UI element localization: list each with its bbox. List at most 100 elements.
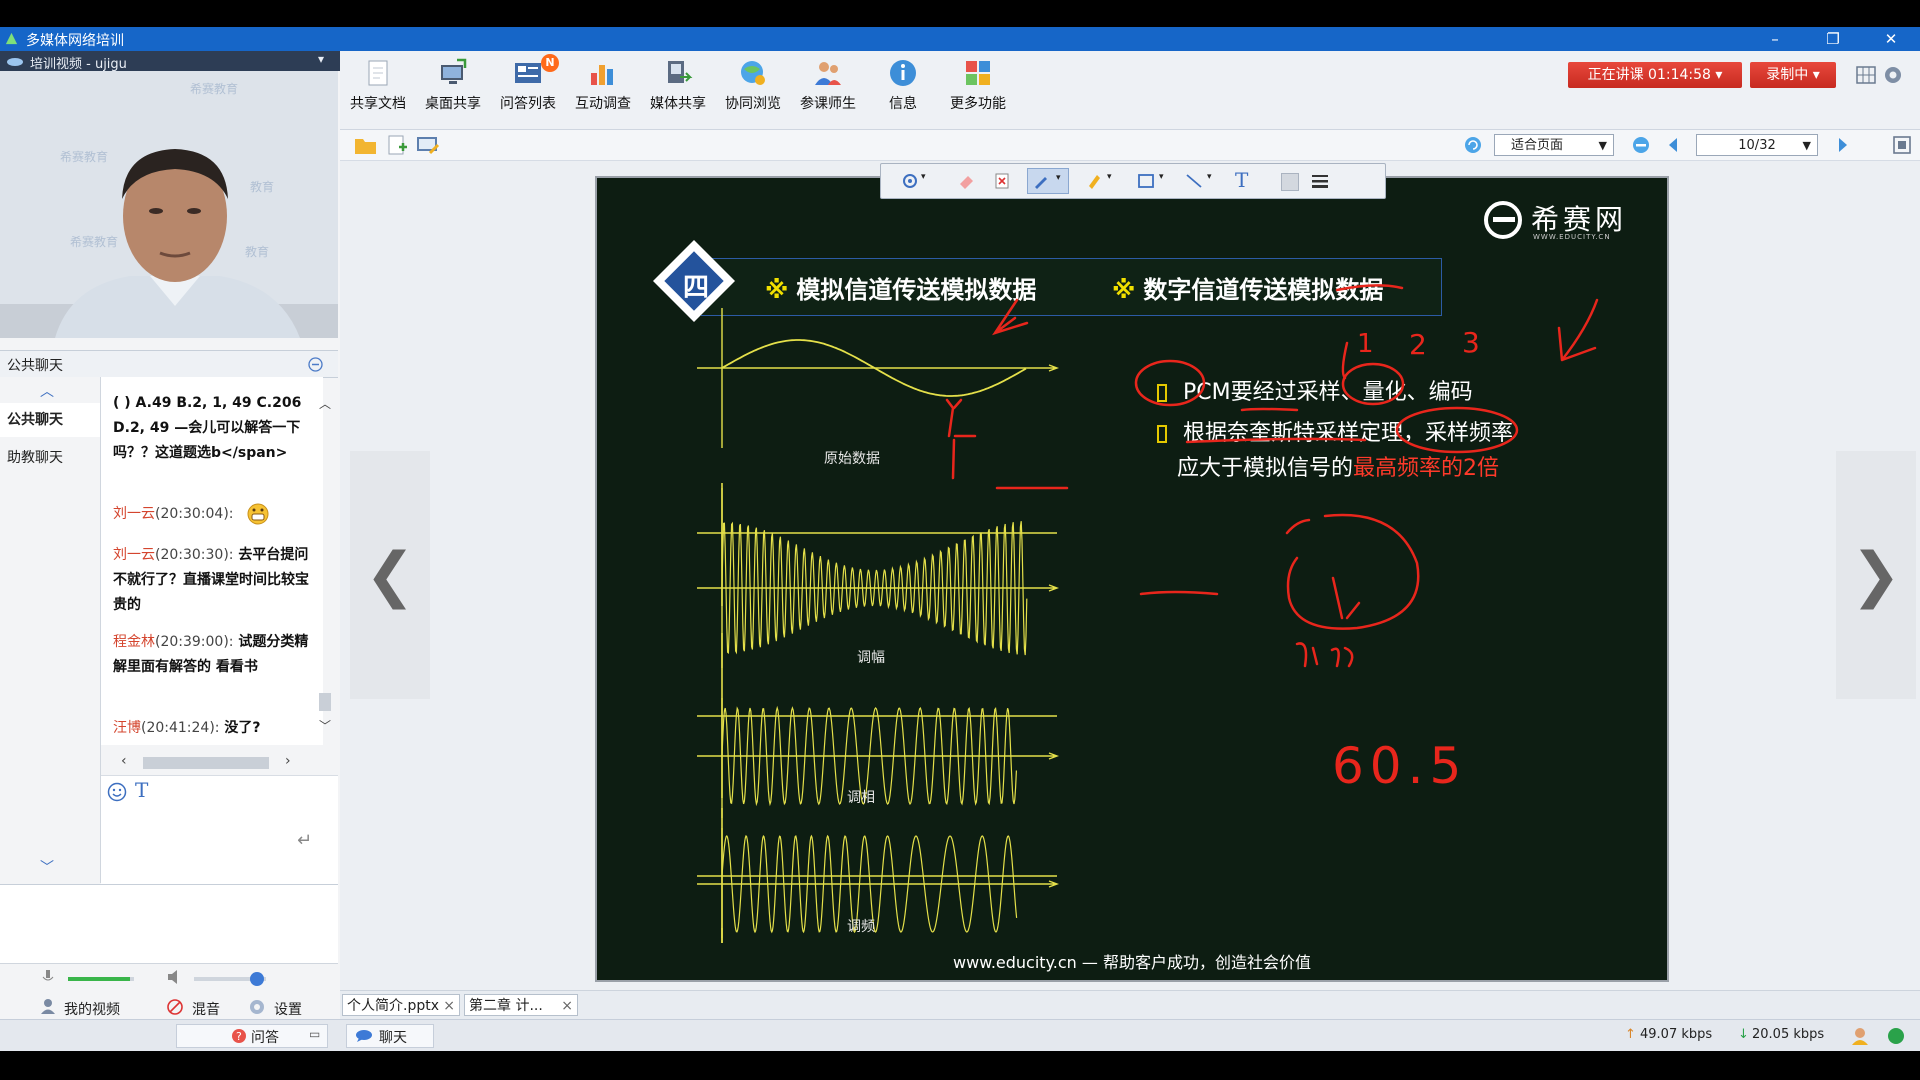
close-tab-icon[interactable]: × [443,995,455,1017]
refresh-icon[interactable] [1464,136,1482,154]
main-toolbar: 共享文档 桌面共享 问答列表 N 互动调查 媒体共享 协同浏览 参课师生 信息 … [340,51,1920,130]
video-header-title: 培训视频 - ujigu [30,57,127,72]
upload-arrow-icon: ↑ [1625,1027,1636,1042]
close-button[interactable]: ✕ [1876,29,1906,49]
fullscreen-icon[interactable] [1892,135,1912,155]
chat-time: (20:30:04): [155,506,234,522]
emoji-picker-icon[interactable] [107,782,127,802]
layout-grid-icon[interactable] [1856,66,1876,84]
prev-page-icon[interactable] [1666,136,1680,154]
chat-message: ( ) A.49 B.2, 1, 49 C.206 D.2, 49 —会儿可以解… [113,391,313,466]
line-width-icon[interactable] [1311,173,1329,189]
restore-button[interactable]: ❐ [1818,29,1848,49]
speaker-icon[interactable] [166,968,186,986]
text-tool-icon[interactable]: T [1235,168,1248,192]
pen-tool-button[interactable]: ▾ [1027,168,1069,194]
minimize-button[interactable]: – [1760,29,1790,49]
mix-button[interactable]: 混音 [192,999,220,1019]
toolbar-co-browse[interactable]: 协同浏览 [718,57,788,113]
color-swatch[interactable] [1281,173,1299,191]
chat-vertical-scrollbar[interactable]: ︿ ﹀ [316,395,334,735]
chat-hscroll-thumb[interactable] [143,757,269,769]
hand-number-1: 1 [1357,329,1374,359]
toolbar-info[interactable]: 信息 [868,57,938,113]
mix-icon[interactable] [166,998,184,1016]
next-page-icon[interactable] [1836,136,1850,154]
doc-tab-1[interactable]: 个人简介.pptx × [342,994,460,1016]
toolbar-media-share[interactable]: 媒体共享 [643,57,713,113]
dropdown-arrow-icon: ▼ [1598,139,1607,152]
download-arrow-icon: ↓ [1738,1027,1749,1042]
hand-number-3: 3 [1462,326,1480,359]
page-select[interactable]: 10/32 ▼ [1696,134,1818,156]
dropdown-arrow-icon[interactable]: ▾ [1107,172,1112,182]
video-menu-icon[interactable]: ▾ [318,52,324,66]
send-enter-icon[interactable]: ↵ [297,830,312,851]
toolbar-participants[interactable]: 参课师生 [793,57,863,113]
clear-page-icon[interactable] [993,172,1011,190]
pen-icon [1035,177,1047,189]
arrow-topleft [991,298,1029,336]
settings-gear-icon[interactable] [1883,65,1903,85]
add-document-icon[interactable] [386,135,408,155]
next-slide-button[interactable]: ❯ [1836,451,1916,699]
dropdown-arrow-icon[interactable]: ▾ [1207,172,1212,182]
scroll-right-arrow-icon[interactable]: › [285,753,291,769]
tabs-scroll-up-icon[interactable]: ︿ [40,381,54,401]
doc-tab-2[interactable]: 第二章 计... × [464,994,578,1016]
upload-rate: 49.07 kbps [1640,1027,1713,1042]
toolbar-share-document[interactable]: 共享文档 [343,57,413,113]
rectangle-tool-icon[interactable] [1137,172,1155,190]
mic-volume-slider[interactable] [68,977,134,981]
settings-button[interactable]: 设置 [274,999,302,1019]
co-browse-icon [741,61,765,85]
zoom-out-icon[interactable] [1632,136,1650,154]
qa-tab-button[interactable]: ? 问答 ▭ [176,1024,328,1048]
collapse-icon[interactable] [308,357,323,372]
prev-slide-button[interactable]: ❮ [350,451,430,699]
whiteboard-icon[interactable] [416,135,440,155]
close-tab-icon[interactable]: × [561,995,573,1017]
record-status-button[interactable]: 录制中 ▾ [1750,62,1836,88]
chat-tabs: ︿ 公共聊天 助教聊天 ﹀ [0,377,101,883]
participants-icon [815,62,841,85]
fit-mode-select[interactable]: 适合页面 ▼ [1494,134,1614,156]
my-video-button[interactable]: 我的视频 [64,999,120,1019]
microphone-icon[interactable] [40,968,56,986]
text-format-icon[interactable]: T [135,778,148,802]
toolbar-qa-list[interactable]: 问答列表 N [493,54,563,113]
eraser-icon[interactable] [957,172,975,190]
line-tool-icon[interactable] [1185,172,1203,190]
toolbar-desktop-share[interactable]: 桌面共享 [418,57,488,113]
live-status-button[interactable]: 正在讲课 01:14:58 ▾ [1568,62,1742,88]
teacher-video-frame: 希赛教育希赛教育 教育希赛教育 教育 [0,71,338,338]
chat-time: (20:30:30): [155,547,234,563]
hand-number-60-5: 60.5 [1332,737,1467,795]
chat-horizontal-scrollbar[interactable]: ‹ › [101,752,324,774]
tab-assistant-chat[interactable]: 助教聊天 [0,441,100,475]
tab-public-chat[interactable]: 公共聊天 [0,403,100,437]
chat-tab-button[interactable]: 聊天 [346,1024,434,1048]
circle-sample-rate [1395,406,1519,454]
doc-tab-label: 第二章 计... [469,998,543,1014]
dropdown-arrow-icon[interactable]: ▾ [921,172,926,182]
chat-input-area[interactable]: T ↵ [101,775,338,884]
highlighter-icon[interactable] [1085,172,1103,190]
scroll-left-arrow-icon[interactable]: ‹ [121,753,127,769]
settings-gear-icon[interactable] [248,998,266,1016]
scroll-up-arrow-icon[interactable]: ︿ [319,395,331,412]
my-video-icon[interactable] [40,997,56,1015]
pointer-icon[interactable] [901,172,919,190]
tabs-scroll-down-icon[interactable]: ﹀ [40,857,54,877]
scroll-down-arrow-icon[interactable]: ﹀ [319,717,331,734]
title-bar: 多媒体网络培训 – ❐ ✕ [0,27,1920,51]
chat-scroll-thumb[interactable] [319,693,331,711]
toolbar-more[interactable]: 更多功能 [943,57,1013,113]
user-avatar-icon[interactable] [1850,1026,1870,1046]
minimize-panel-icon[interactable]: ▭ [309,1027,320,1041]
dropdown-arrow-icon[interactable]: ▾ [1159,172,1164,182]
toolbar-poll[interactable]: 互动调查 [568,57,638,113]
speaker-volume-slider[interactable] [194,972,266,986]
open-folder-icon[interactable] [354,135,378,155]
media-share-icon [668,61,693,83]
